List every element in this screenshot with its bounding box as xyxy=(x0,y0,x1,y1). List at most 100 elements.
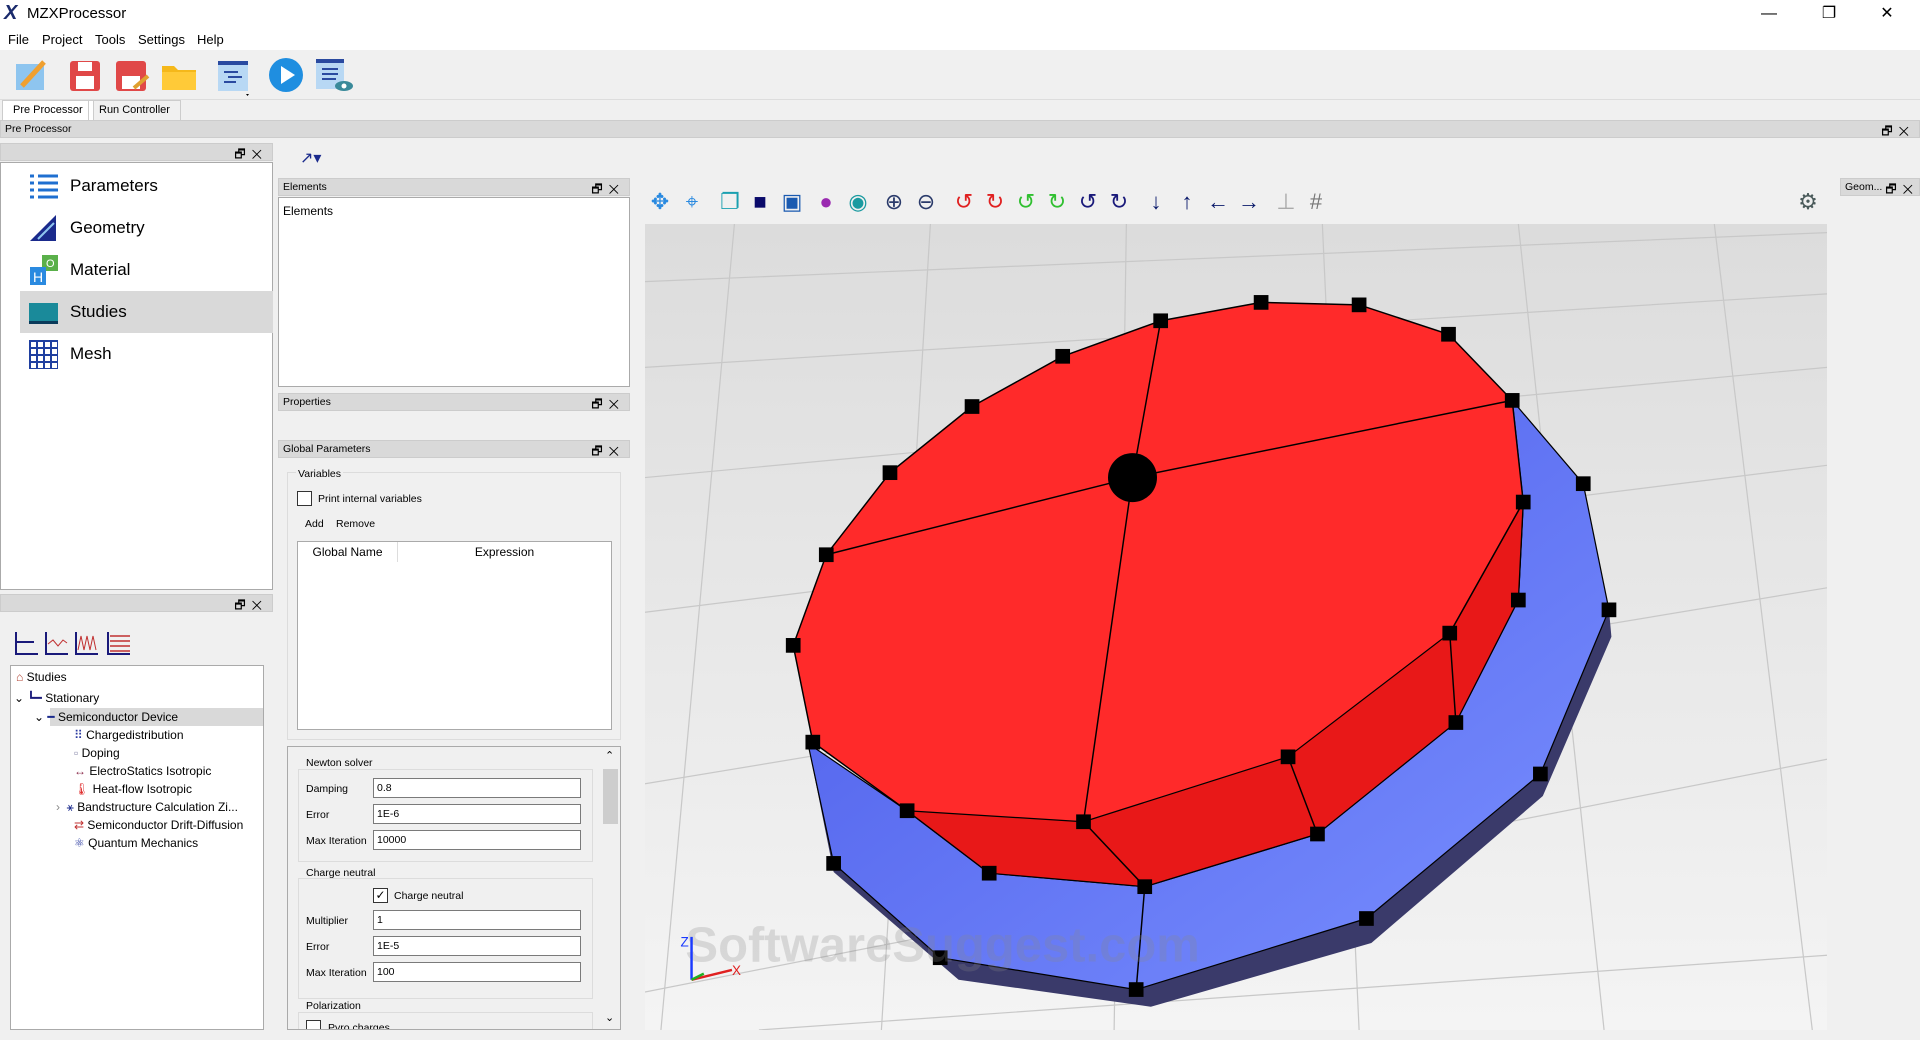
axes-icon[interactable]: ⊥ xyxy=(1272,188,1300,216)
nav-geometry[interactable]: Geometry xyxy=(20,207,273,249)
geometry-dock-tab[interactable]: Geom... 🗗✕ xyxy=(1840,178,1920,196)
tree-item-electrostatics[interactable]: ↔ ElectroStatics Isotropic xyxy=(74,762,211,780)
rotate-y-ccw-icon[interactable]: ↺ xyxy=(1012,188,1040,216)
nav-material[interactable]: H O Material xyxy=(20,249,273,291)
tree-item-studies[interactable]: ⌂ Studies xyxy=(16,668,67,686)
newton-error-input[interactable] xyxy=(373,804,581,824)
dock-buttons[interactable]: 🗗✕ xyxy=(234,596,268,617)
grid-icon[interactable]: # xyxy=(1302,188,1330,216)
view-shaded-icon[interactable]: ▣ xyxy=(778,188,806,216)
collapse-chevron-icon[interactable]: ⌄ xyxy=(14,691,24,705)
nav-studies[interactable]: Studies xyxy=(20,291,273,333)
edit-icon[interactable] xyxy=(14,58,50,92)
save-icon[interactable] xyxy=(68,58,104,92)
view-wireframe-icon[interactable]: ❐ xyxy=(716,188,744,216)
rotate-z-cw-icon[interactable]: ↻ xyxy=(1105,188,1133,216)
maximize-button[interactable]: ❐ xyxy=(1806,2,1852,26)
tab-pre-processor[interactable]: Pre Processor xyxy=(2,100,94,120)
nav-parameters[interactable]: Parameters xyxy=(20,165,273,207)
dock-buttons[interactable]: 🗗✕ xyxy=(1885,180,1919,201)
charge-neutral-checkbox[interactable]: ✓ xyxy=(373,888,388,903)
tree-item-chargedistribution[interactable]: ⠿ Chargedistribution xyxy=(74,726,184,744)
print-internal-checkbox[interactable] xyxy=(297,491,312,506)
time-study-icon[interactable] xyxy=(45,632,68,655)
run-icon[interactable] xyxy=(268,57,304,93)
nav-mesh[interactable]: Mesh xyxy=(20,333,273,375)
charge-max-iteration-input[interactable] xyxy=(373,962,581,982)
dock-buttons[interactable]: 🗗✕ xyxy=(1881,122,1915,143)
pan-icon[interactable]: ✥ xyxy=(646,188,674,216)
menu-settings[interactable]: Settings xyxy=(138,32,185,47)
rotate-center-icon[interactable]: ⌖ xyxy=(678,188,706,216)
tree-item-doping[interactable]: ▫ Doping xyxy=(74,744,120,762)
menu-file[interactable]: File xyxy=(8,32,29,47)
tab-run-controller[interactable]: Run Controller xyxy=(88,100,181,120)
visibility-icon[interactable]: ◉ xyxy=(844,188,872,216)
view-log-icon[interactable] xyxy=(314,56,354,96)
center-node xyxy=(1108,453,1157,503)
menu-tools[interactable]: Tools xyxy=(95,32,125,47)
rotate-y-cw-icon[interactable]: ↻ xyxy=(1043,188,1071,216)
view-solid-icon[interactable]: ■ xyxy=(746,188,774,216)
log-dropdown-icon[interactable] xyxy=(216,58,254,96)
variables-group-label: Variables xyxy=(296,468,343,480)
scroll-up-icon[interactable]: ⌃ xyxy=(605,749,614,762)
frequency-study-icon[interactable] xyxy=(75,632,98,655)
open-folder-icon[interactable] xyxy=(160,58,198,92)
stationary-study-icon[interactable] xyxy=(15,632,38,655)
minimize-button[interactable]: — xyxy=(1746,2,1792,26)
parametric-study-icon[interactable] xyxy=(107,632,130,655)
title-bar: X MZXProcessor — ❐ ✕ xyxy=(0,0,1920,28)
tree-item-stationary[interactable]: ⌄ ┗━ Stationary xyxy=(14,689,99,707)
scroll-down-icon[interactable]: ⌄ xyxy=(605,1011,614,1024)
3d-viewport[interactable]: SoftwareSuggest.com Z X xyxy=(645,224,1827,1030)
transparency-icon[interactable]: ● xyxy=(812,188,840,216)
tree-item-bandstructure[interactable]: › ⚹ Bandstructure Calculation Zi... xyxy=(56,798,238,816)
menu-help[interactable]: Help xyxy=(197,32,224,47)
save-as-icon[interactable] xyxy=(114,58,150,92)
remove-button[interactable]: Remove xyxy=(336,518,375,530)
charge-error-input[interactable] xyxy=(373,936,581,956)
zoom-out-icon[interactable]: ⊖ xyxy=(912,188,940,216)
tree-item-quantum[interactable]: ⚛ Quantum Mechanics xyxy=(74,834,198,852)
view-down-icon[interactable]: ↓ xyxy=(1142,188,1170,216)
expand-chevron-icon[interactable]: › xyxy=(56,800,60,814)
tree-item-heat-flow[interactable]: 🌡 Heat-flow Isotropic xyxy=(74,780,192,798)
column-header-global-name[interactable]: Global Name xyxy=(298,542,398,562)
polarization-group-label: Polarization xyxy=(306,1000,361,1012)
menu-project[interactable]: Project xyxy=(42,32,82,47)
settings-gear-icon[interactable]: ⚙ xyxy=(1794,188,1822,216)
global-params-title: Global Parameters xyxy=(283,443,371,455)
settings-scrollbar[interactable]: ⌃ ⌄ xyxy=(601,747,620,1029)
view-left-icon[interactable]: ← xyxy=(1204,188,1232,216)
elements-dock-header: Elements 🗗✕ xyxy=(278,178,630,196)
elements-item[interactable]: Elements xyxy=(283,204,333,218)
rotate-x-ccw-icon[interactable]: ↺ xyxy=(950,188,978,216)
house-icon: ⌂ xyxy=(16,670,24,684)
tree-item-semiconductor-device[interactable]: ⌄ ━ Semiconductor Device xyxy=(34,708,263,726)
solver-settings-area: Newton solver Damping Error Max Iteratio… xyxy=(287,746,621,1030)
rotate-x-cw-icon[interactable]: ↻ xyxy=(981,188,1009,216)
tree-item-drift-diffusion[interactable]: ⇄ Semiconductor Drift-Diffusion xyxy=(74,816,243,834)
damping-input[interactable] xyxy=(373,778,581,798)
view-up-icon[interactable]: ↑ xyxy=(1173,188,1201,216)
pyro-charges-checkbox[interactable] xyxy=(306,1020,321,1029)
dock-buttons[interactable]: 🗗✕ xyxy=(591,442,625,463)
zoom-in-icon[interactable]: ⊕ xyxy=(880,188,908,216)
close-button[interactable]: ✕ xyxy=(1864,2,1910,26)
view-right-icon[interactable]: → xyxy=(1235,188,1263,216)
multiplier-input[interactable] xyxy=(373,910,581,930)
elements-list[interactable]: Elements xyxy=(278,197,630,387)
collapse-chevron-icon[interactable]: ⌄ xyxy=(34,710,44,724)
tree-label: Studies xyxy=(26,670,67,684)
app-logo-icon: X xyxy=(4,2,18,24)
scroll-thumb[interactable] xyxy=(603,769,618,824)
dock-buttons[interactable]: 🗗✕ xyxy=(591,395,625,416)
selection-mode-icon[interactable]: ↗▾ xyxy=(300,148,321,168)
stationary-icon: ┗━ xyxy=(27,691,42,705)
add-button[interactable]: Add xyxy=(305,518,324,530)
column-header-expression[interactable]: Expression xyxy=(398,542,611,562)
rotate-z-ccw-icon[interactable]: ↺ xyxy=(1074,188,1102,216)
variables-table[interactable]: Global Name Expression xyxy=(297,541,612,730)
newton-max-iteration-input[interactable] xyxy=(373,830,581,850)
